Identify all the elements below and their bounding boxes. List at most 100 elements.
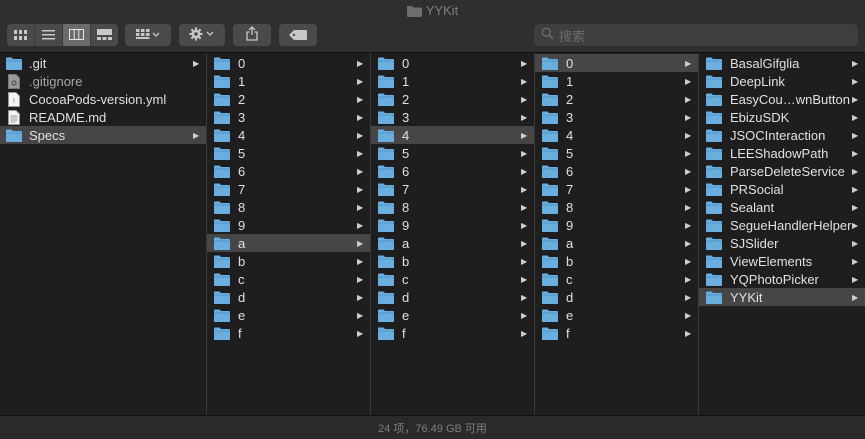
folder-row[interactable]: f ▶ <box>207 324 370 342</box>
folder-row[interactable]: 5 ▶ <box>207 144 370 162</box>
disclosure-arrow-icon: ▶ <box>521 130 528 140</box>
folder-row[interactable]: c ▶ <box>535 270 698 288</box>
folder-row[interactable]: LEEShadowPath ▶ <box>699 144 865 162</box>
file-row[interactable]: .gitignore <box>0 72 206 90</box>
folder-row[interactable]: ParseDeleteService ▶ <box>699 162 865 180</box>
folder-icon <box>214 290 230 304</box>
folder-row[interactable]: EasyCou…wnButton ▶ <box>699 90 865 108</box>
disclosure-arrow-icon: ▶ <box>357 238 364 248</box>
folder-row[interactable]: 8 ▶ <box>207 198 370 216</box>
folder-row[interactable]: e ▶ <box>535 306 698 324</box>
folder-row[interactable]: d ▶ <box>207 288 370 306</box>
folder-icon <box>214 182 230 196</box>
folder-icon <box>378 110 394 124</box>
action-button[interactable] <box>179 24 225 46</box>
folder-row[interactable]: b ▶ <box>535 252 698 270</box>
folder-icon <box>706 74 722 88</box>
folder-row[interactable]: 5 ▶ <box>371 144 534 162</box>
folder-row[interactable]: d ▶ <box>371 288 534 306</box>
folder-row[interactable]: Specs ▶ <box>0 126 206 144</box>
folder-row[interactable]: DeepLink ▶ <box>699 72 865 90</box>
item-label: YYKit <box>730 289 763 305</box>
folder-row[interactable]: 7 ▶ <box>535 180 698 198</box>
gallery-view-button[interactable] <box>91 24 118 46</box>
group-button[interactable] <box>125 24 171 46</box>
folder-row[interactable]: 3 ▶ <box>535 108 698 126</box>
folder-row[interactable]: 0 ▶ <box>535 54 698 72</box>
folder-row[interactable]: 4 ▶ <box>371 126 534 144</box>
list-view-button[interactable] <box>35 24 63 46</box>
item-label: d <box>238 289 246 305</box>
folder-row[interactable]: a ▶ <box>371 234 534 252</box>
icon-view-button[interactable] <box>7 24 35 46</box>
folder-row[interactable]: SJSlider ▶ <box>699 234 865 252</box>
disclosure-arrow-icon: ▶ <box>685 220 692 230</box>
folder-row[interactable]: 6 ▶ <box>207 162 370 180</box>
folder-row[interactable]: 7 ▶ <box>207 180 370 198</box>
folder-row[interactable]: 3 ▶ <box>207 108 370 126</box>
folder-row[interactable]: PRSocial ▶ <box>699 180 865 198</box>
folder-row[interactable]: 4 ▶ <box>535 126 698 144</box>
folder-row[interactable]: 2 ▶ <box>371 90 534 108</box>
folder-row[interactable]: 0 ▶ <box>207 54 370 72</box>
folder-row[interactable]: c ▶ <box>207 270 370 288</box>
folder-row[interactable]: 9 ▶ <box>535 216 698 234</box>
folder-row[interactable]: b ▶ <box>207 252 370 270</box>
folder-row[interactable]: 2 ▶ <box>207 90 370 108</box>
folder-row[interactable]: EbizuSDK ▶ <box>699 108 865 126</box>
folder-row[interactable]: 1 ▶ <box>207 72 370 90</box>
folder-row[interactable]: 8 ▶ <box>371 198 534 216</box>
folder-row[interactable]: 0 ▶ <box>371 54 534 72</box>
folder-row[interactable]: Sealant ▶ <box>699 198 865 216</box>
folder-row[interactable]: YYKit ▶ <box>699 288 865 306</box>
folder-row[interactable]: 3 ▶ <box>371 108 534 126</box>
tags-button[interactable] <box>279 24 317 46</box>
folder-row[interactable]: a ▶ <box>207 234 370 252</box>
item-label: BasalGifglia <box>730 55 800 71</box>
folder-icon <box>6 56 22 70</box>
folder-row[interactable]: a ▶ <box>535 234 698 252</box>
folder-row[interactable]: 1 ▶ <box>371 72 534 90</box>
folder-row[interactable]: d ▶ <box>535 288 698 306</box>
item-label: e <box>566 307 574 323</box>
folder-row[interactable]: .git ▶ <box>0 54 206 72</box>
folder-row[interactable]: SegueHandlerHelper ▶ <box>699 216 865 234</box>
disclosure-arrow-icon: ▶ <box>521 238 528 248</box>
file-row[interactable]: README.md <box>0 108 206 126</box>
folder-row[interactable]: b ▶ <box>371 252 534 270</box>
folder-row[interactable]: 6 ▶ <box>535 162 698 180</box>
folder-row[interactable]: f ▶ <box>371 324 534 342</box>
search-field[interactable]: 搜索 <box>534 24 858 46</box>
folder-row[interactable]: f ▶ <box>535 324 698 342</box>
folder-row[interactable]: 1 ▶ <box>535 72 698 90</box>
disclosure-arrow-icon: ▶ <box>685 130 692 140</box>
folder-row[interactable]: ViewElements ▶ <box>699 252 865 270</box>
folder-row[interactable]: 6 ▶ <box>371 162 534 180</box>
folder-icon <box>378 218 394 232</box>
folder-row[interactable]: 7 ▶ <box>371 180 534 198</box>
folder-row[interactable]: JSOCInteraction ▶ <box>699 126 865 144</box>
disclosure-arrow-icon: ▶ <box>357 76 364 86</box>
share-button[interactable] <box>233 24 271 46</box>
item-label: 3 <box>402 109 410 125</box>
folder-row[interactable]: 2 ▶ <box>535 90 698 108</box>
view-mode-control[interactable] <box>7 24 118 46</box>
folder-row[interactable]: 4 ▶ <box>207 126 370 144</box>
item-label: 6 <box>238 163 246 179</box>
disclosure-arrow-icon: ▶ <box>521 202 528 212</box>
folder-row[interactable]: c ▶ <box>371 270 534 288</box>
folder-row[interactable]: 8 ▶ <box>535 198 698 216</box>
folder-row[interactable]: e ▶ <box>371 306 534 324</box>
folder-row[interactable]: 9 ▶ <box>371 216 534 234</box>
folder-row[interactable]: BasalGifglia ▶ <box>699 54 865 72</box>
folder-row[interactable]: 5 ▶ <box>535 144 698 162</box>
folder-icon <box>542 56 558 70</box>
column-view-button[interactable] <box>63 24 91 46</box>
file-row[interactable]: ! CocoaPods-version.yml <box>0 90 206 108</box>
item-label: SJSlider <box>730 235 779 251</box>
item-label: 3 <box>238 109 246 125</box>
disclosure-arrow-icon: ▶ <box>521 94 528 104</box>
folder-row[interactable]: YQPhotoPicker ▶ <box>699 270 865 288</box>
folder-row[interactable]: e ▶ <box>207 306 370 324</box>
folder-row[interactable]: 9 ▶ <box>207 216 370 234</box>
